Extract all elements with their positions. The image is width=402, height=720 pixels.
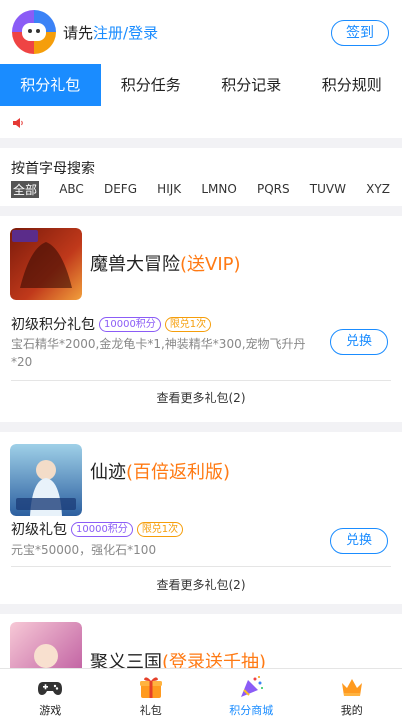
more-packs-link[interactable]: 查看更多礼包(2): [0, 389, 402, 406]
letter-tuvw[interactable]: TUVW: [310, 182, 346, 196]
letter-all[interactable]: 全部: [11, 180, 40, 198]
limit-badge: 限兑1次: [136, 521, 184, 537]
game-tag: (百倍返利版): [126, 462, 231, 483]
more-packs-link[interactable]: 查看更多礼包(2): [0, 576, 402, 593]
exchange-button[interactable]: 兑换: [330, 329, 388, 355]
tab-bar: 积分礼包 积分任务 积分记录 积分规则: [0, 64, 402, 106]
pack-row: 初级礼包 10000积分 限兑1次: [11, 519, 184, 539]
login-prompt: 请先注册/登录: [63, 22, 158, 43]
game-tag: (登录送千抽): [162, 652, 267, 668]
points-badge: 10000积分: [99, 316, 161, 332]
game-title[interactable]: 仙迹(百倍返利版): [90, 458, 230, 484]
points-badge: 10000积分: [71, 521, 133, 537]
game-card: 聚义三国(登录送千抽): [0, 614, 402, 668]
nav-label: 游戏: [39, 704, 62, 717]
crown-icon: [341, 679, 362, 696]
alpha-search: 按首字母搜索 全部 ABC DEFG HIJK LMNO PQRS TUVW X…: [0, 148, 402, 206]
divider: [11, 380, 391, 381]
letter-abc[interactable]: ABC: [59, 182, 84, 196]
header: 请先注册/登录 签到: [0, 0, 402, 64]
game-thumbnail[interactable]: [10, 228, 82, 300]
letter-defg[interactable]: DEFG: [104, 182, 137, 196]
game-name: 聚义三国: [90, 652, 162, 668]
game-title[interactable]: 魔兽大冒险(送VIP): [90, 250, 241, 276]
nav-games[interactable]: 游戏: [0, 669, 101, 720]
nav-label: 积分商城: [229, 704, 274, 717]
game-name: 仙迹: [90, 462, 126, 483]
nav-mine[interactable]: 我的: [302, 669, 402, 720]
letter-hijk[interactable]: HIJK: [157, 182, 181, 196]
letter-xyz[interactable]: XYZ: [366, 182, 390, 196]
nav-points-mall[interactable]: 积分商城: [201, 669, 302, 720]
signin-button[interactable]: 签到: [331, 20, 389, 46]
pack-description: 元宝*50000，强化石*100: [11, 543, 157, 557]
game-card: 仙迹(百倍返利版) 初级礼包 10000积分 限兑1次 元宝*50000，强化石…: [0, 432, 402, 604]
gift-icon: [139, 677, 162, 698]
tab-points-tasks[interactable]: 积分任务: [101, 64, 202, 106]
game-tag: (送VIP): [180, 254, 241, 275]
tab-points-rules[interactable]: 积分规则: [302, 64, 402, 106]
tab-points-packs[interactable]: 积分礼包: [0, 64, 101, 106]
speaker-icon: [13, 118, 23, 128]
tab-points-records[interactable]: 积分记录: [201, 64, 302, 106]
app-logo: [12, 10, 56, 54]
alpha-letter-list: 全部 ABC DEFG HIJK LMNO PQRS TUVW XYZ: [11, 180, 390, 198]
game-card: 魔兽大冒险(送VIP) 初级积分礼包 10000积分 限兑1次 宝石精华*200…: [0, 216, 402, 422]
nav-label: 礼包: [139, 704, 162, 717]
exchange-button[interactable]: 兑换: [330, 528, 388, 554]
game-thumbnail[interactable]: [10, 622, 82, 668]
register-login-link[interactable]: 注册/登录: [93, 24, 158, 42]
divider: [11, 566, 391, 567]
limit-badge: 限兑1次: [164, 316, 212, 332]
nav-gifts[interactable]: 礼包: [101, 669, 202, 720]
game-title[interactable]: 聚义三国(登录送千抽): [90, 648, 266, 668]
bottom-nav: 游戏 礼包 积分商城 我的: [0, 668, 402, 720]
pack-title: 初级礼包: [11, 522, 67, 538]
pack-row: 初级积分礼包 10000积分 限兑1次: [11, 314, 212, 334]
alpha-search-title: 按首字母搜索: [11, 161, 95, 177]
gamepad-icon: [38, 682, 63, 695]
login-prefix: 请先: [63, 24, 94, 42]
pack-description: 宝石精华*2000,金龙龟卡*1,神装精华*300,宠物飞升丹*20: [11, 337, 306, 369]
notice-bar: [0, 106, 402, 138]
letter-pqrs[interactable]: PQRS: [257, 182, 290, 196]
nav-label: 我的: [340, 704, 363, 717]
game-name: 魔兽大冒险: [90, 254, 180, 275]
party-popper-icon: [241, 676, 264, 697]
letter-lmno[interactable]: LMNO: [201, 182, 236, 196]
pack-title: 初级积分礼包: [11, 317, 95, 333]
game-thumbnail[interactable]: [10, 444, 82, 516]
